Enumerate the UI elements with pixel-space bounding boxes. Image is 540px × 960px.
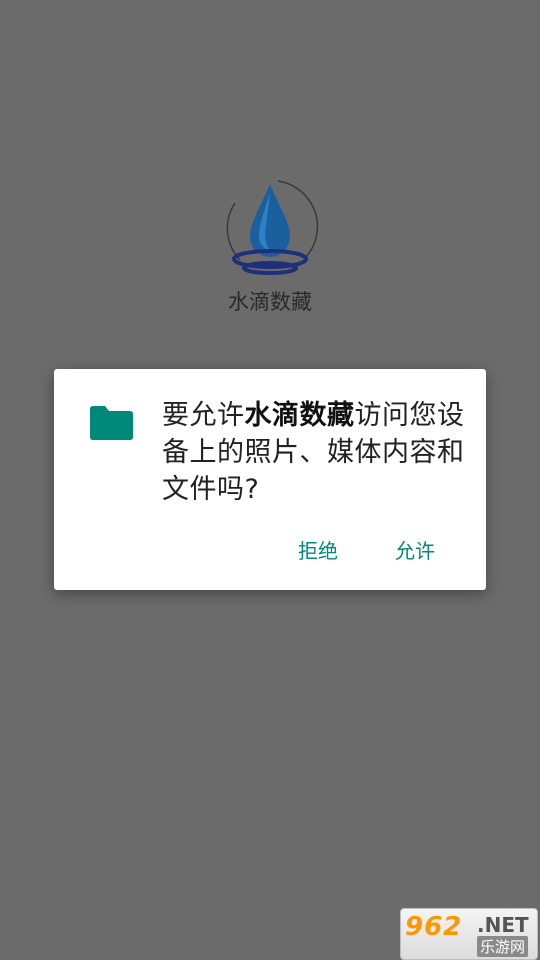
site-watermark: 962 .NET 乐游网 xyxy=(400,908,538,960)
app-screen: 水滴数藏 要允许水滴数藏访问您设备上的照片、媒体内容和文件吗? 拒绝 允许 96… xyxy=(0,0,540,960)
watermark-digits: 962 xyxy=(405,912,463,942)
watermark-site: 乐游网 xyxy=(477,936,529,957)
permission-dialog: 要允许水滴数藏访问您设备上的照片、媒体内容和文件吗? 拒绝 允许 xyxy=(54,369,486,590)
message-prefix: 要允许 xyxy=(162,400,245,431)
allow-button[interactable]: 允许 xyxy=(391,533,439,566)
dialog-message: 要允许水滴数藏访问您设备上的照片、媒体内容和文件吗? xyxy=(162,397,466,508)
app-logo xyxy=(220,178,320,278)
folder-icon xyxy=(88,405,134,441)
message-app-name: 水滴数藏 xyxy=(244,400,355,431)
deny-button[interactable]: 拒绝 xyxy=(294,533,342,566)
app-name: 水滴数藏 xyxy=(228,290,312,314)
watermark-domain: .NET xyxy=(477,913,529,937)
water-drop-icon xyxy=(226,180,319,275)
